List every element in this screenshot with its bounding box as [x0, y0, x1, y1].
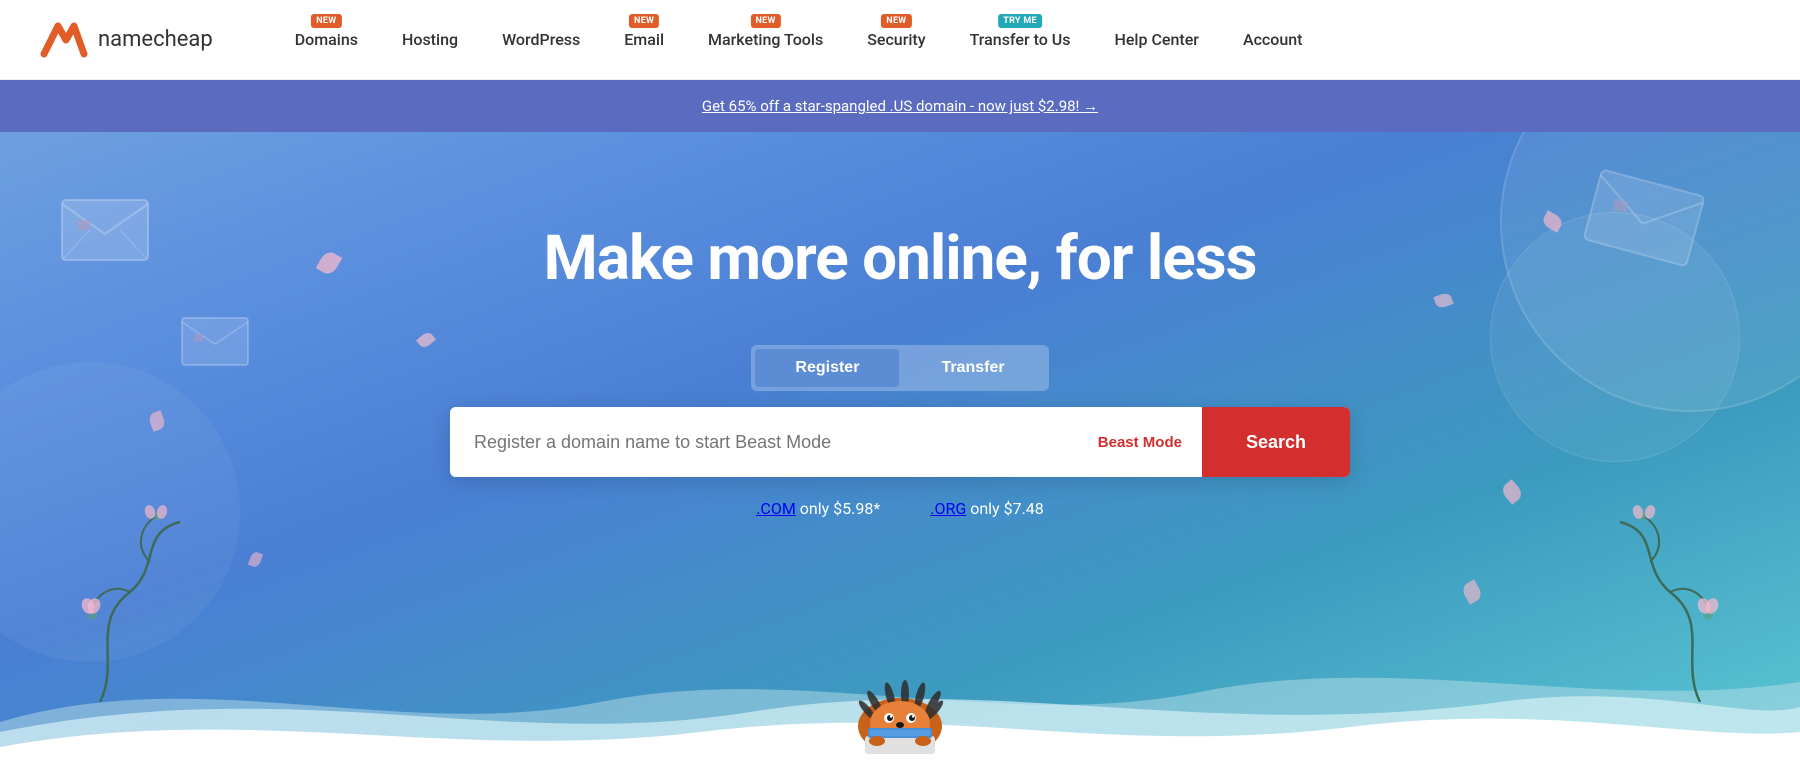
nav-item-email[interactable]: NEW Email [602, 0, 686, 80]
nav-item-transfer[interactable]: TRY ME Transfer to Us [948, 0, 1093, 80]
nav-item-wordpress[interactable]: WordPress [480, 0, 602, 80]
org-price: only $7.48 [966, 499, 1044, 518]
search-bar: Beast Mode Search [450, 407, 1350, 477]
price-hint-com: .COM only $5.98* [756, 499, 880, 518]
nav-security-label: Security [867, 30, 925, 49]
header: namecheap NEW Domains Hosting WordPress … [0, 0, 1800, 80]
nav-item-domains[interactable]: NEW Domains [273, 0, 380, 80]
security-badge: NEW [881, 14, 911, 28]
promo-link[interactable]: Get 65% off a star-spangled .US domain -… [702, 97, 1098, 115]
nav-email-label: Email [624, 30, 664, 49]
logo-link[interactable]: namecheap [40, 22, 213, 58]
nav-domains-label: Domains [295, 30, 358, 49]
tab-register[interactable]: Register [755, 349, 899, 387]
vine-decoration-right [1500, 502, 1720, 702]
nav-wordpress-label: WordPress [502, 30, 580, 49]
transfer-badge: TRY ME [998, 14, 1042, 28]
com-tld-link[interactable]: .COM [756, 499, 796, 518]
com-price: only $5.98* [796, 499, 880, 518]
org-tld-link[interactable]: .ORG [930, 499, 966, 518]
nav-help-label: Help Center [1115, 30, 1199, 49]
main-nav: NEW Domains Hosting WordPress NEW Email … [273, 0, 1760, 80]
nav-item-marketing[interactable]: NEW Marketing Tools [686, 0, 845, 80]
price-hints: .COM only $5.98* .ORG only $7.48 [756, 499, 1044, 518]
hero-section: Make more online, for less Register Tran… [0, 132, 1800, 762]
vine-decoration-left [80, 502, 300, 702]
marketing-badge: NEW [751, 14, 781, 28]
nav-item-help[interactable]: Help Center [1093, 0, 1221, 80]
hero-content: Make more online, for less Register Tran… [0, 132, 1800, 518]
promo-banner: Get 65% off a star-spangled .US domain -… [0, 80, 1800, 132]
domain-search-input[interactable] [450, 407, 1078, 477]
beast-mode-button[interactable]: Beast Mode [1078, 407, 1202, 477]
nav-item-hosting[interactable]: Hosting [380, 0, 480, 80]
hero-title: Make more online, for less [544, 222, 1257, 295]
search-button[interactable]: Search [1202, 407, 1350, 477]
petal-8 [1460, 579, 1484, 604]
email-badge: NEW [629, 14, 659, 28]
nav-item-account[interactable]: Account [1221, 0, 1325, 80]
search-tabs: Register Transfer [751, 345, 1048, 391]
domains-badge: NEW [311, 14, 341, 28]
namecheap-logo-icon [40, 22, 88, 58]
mascot [835, 648, 965, 762]
nav-hosting-label: Hosting [402, 30, 458, 49]
nav-transfer-label: Transfer to Us [970, 30, 1071, 49]
nav-marketing-label: Marketing Tools [708, 30, 823, 49]
logo-text: namecheap [98, 27, 213, 52]
hedgehog-svg [835, 648, 965, 758]
tab-transfer[interactable]: Transfer [901, 349, 1044, 387]
nav-account-label: Account [1243, 30, 1303, 49]
price-hint-org: .ORG only $7.48 [930, 499, 1044, 518]
nav-item-security[interactable]: NEW Security [845, 0, 947, 80]
